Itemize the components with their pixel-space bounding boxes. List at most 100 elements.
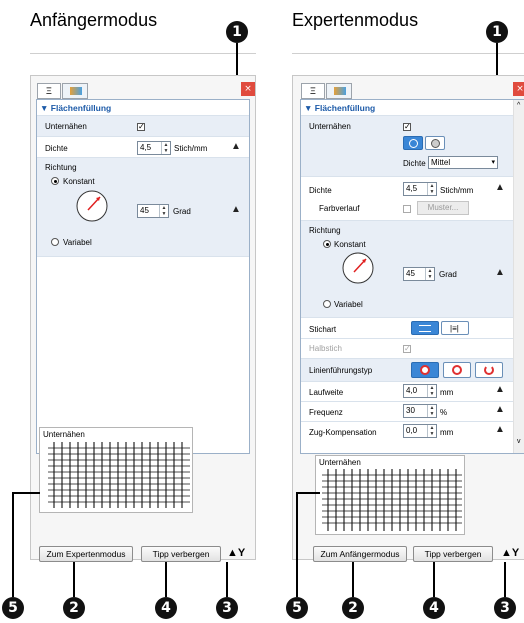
- variabel-label: Variabel: [63, 238, 92, 247]
- zug-label: Zug-Kompensation: [309, 428, 377, 437]
- dichte-value: 4,5: [140, 143, 152, 152]
- chevron-down-icon: ▾: [491, 159, 495, 166]
- stitch-zigzag-icon: |≡|: [450, 324, 459, 333]
- spin-arrows-icon[interactable]: ▲ ▼: [159, 205, 168, 217]
- reset-all-icon[interactable]: ▲Y: [227, 547, 245, 559]
- tab-pattern[interactable]: [326, 83, 352, 99]
- chevron-up-icon[interactable]: ^: [517, 102, 520, 109]
- spin-arrows-icon[interactable]: ▲ ▼: [427, 425, 436, 437]
- variabel-label: Variabel: [334, 300, 363, 309]
- hide-tip-button[interactable]: Tipp verbergen: [141, 546, 221, 562]
- house-icon[interactable]: ▲: [495, 267, 505, 278]
- angle-value: 45: [140, 206, 149, 215]
- spin-arrows-icon[interactable]: ▲ ▼: [427, 183, 436, 195]
- spin-arrows-icon[interactable]: ▲ ▼: [161, 142, 170, 154]
- dichte-sub-label: Dichte: [403, 159, 426, 168]
- angle-input[interactable]: 45 ▲ ▼: [403, 267, 435, 281]
- spin-arrows-icon[interactable]: ▲ ▼: [427, 385, 436, 397]
- tab-pattern[interactable]: [62, 83, 88, 99]
- angle-dial[interactable]: [75, 189, 109, 223]
- farbverlauf-label: Farbverlauf: [319, 204, 360, 213]
- linienfuhrungstyp-label: Linienführungstyp: [309, 366, 373, 375]
- variabel-radio[interactable]: [323, 300, 331, 308]
- callout-4-left: 4: [155, 597, 177, 619]
- spin-arrows-icon[interactable]: ▲ ▼: [427, 405, 436, 417]
- stichart-label: Stichart: [309, 325, 337, 334]
- beginner-panel: × Ξ ▼ Flächenfüllung Unternähen ✓ Dichte…: [30, 75, 256, 562]
- spool-icon: Ξ: [46, 86, 52, 96]
- tab-sewing[interactable]: Ξ: [37, 83, 61, 99]
- reset-all-icon[interactable]: ▲Y: [501, 547, 519, 559]
- tab-sewing[interactable]: Ξ: [301, 83, 325, 99]
- unternahen-checkbox[interactable]: ✓: [403, 123, 411, 131]
- callout-1-right: 1: [486, 21, 508, 43]
- underlay-type-toggle-1[interactable]: [403, 136, 423, 150]
- house-icon[interactable]: ▲: [495, 404, 505, 415]
- konstant-radio[interactable]: [323, 240, 331, 248]
- stitch-type-toggle-2[interactable]: |≡|: [441, 321, 469, 335]
- konstant-radio[interactable]: [51, 177, 59, 185]
- callout-2-right: 2: [342, 597, 364, 619]
- switch-to-expert-button[interactable]: Zum Expertenmodus: [39, 546, 133, 562]
- halbstich-checkbox[interactable]: ✓: [403, 345, 411, 353]
- unternahen-checkbox[interactable]: ✓: [137, 123, 145, 131]
- angle-unit: Grad: [173, 207, 191, 216]
- angle-dial[interactable]: [341, 251, 375, 285]
- stitch-type-toggle-1[interactable]: [411, 321, 439, 335]
- frequenz-input[interactable]: 30 ▲ ▼: [403, 404, 437, 418]
- dichte-label: Dichte: [309, 186, 332, 195]
- dichte-dropdown[interactable]: Mittel ▾: [428, 156, 498, 169]
- pattern-icon: [70, 87, 82, 95]
- frequenz-value: 30: [406, 406, 415, 415]
- halbstich-label: Halbstich: [309, 344, 342, 353]
- laufweite-input[interactable]: 4,0 ▲ ▼: [403, 384, 437, 398]
- close-icon[interactable]: ×: [513, 82, 524, 96]
- spin-arrows-icon[interactable]: ▲ ▼: [425, 268, 434, 280]
- callout-5-left: 5: [2, 597, 24, 619]
- switch-to-beginner-button[interactable]: Zum Anfängermodus: [313, 546, 407, 562]
- close-icon[interactable]: ×: [241, 82, 255, 96]
- callout-2-left: 2: [63, 597, 85, 619]
- expert-mode-title: Expertenmodus: [292, 10, 419, 30]
- dichte-input[interactable]: 4,5 ▲ ▼: [403, 182, 437, 196]
- frequenz-label: Frequenz: [309, 408, 343, 417]
- konstant-label: Konstant: [334, 240, 366, 249]
- section-title-fill[interactable]: ▼ Flächenfüllung: [40, 103, 111, 113]
- line-type-icon: [484, 365, 494, 375]
- underlay-type-toggle-2[interactable]: [425, 136, 445, 150]
- unternahen-label: Unternähen: [45, 122, 87, 131]
- line-type-toggle-3[interactable]: [475, 362, 503, 378]
- chevron-down-icon[interactable]: v: [517, 438, 521, 445]
- tip-preview: Unternähen: [39, 427, 193, 513]
- underlay-pattern-preview: [48, 442, 190, 508]
- house-icon[interactable]: ▲: [495, 182, 505, 193]
- angle-input[interactable]: 45 ▲ ▼: [137, 204, 169, 218]
- zug-input[interactable]: 0,0 ▲ ▼: [403, 424, 437, 438]
- line-type-toggle-2[interactable]: [443, 362, 471, 378]
- expert-panel: × Ξ ▼ Flächenfüllung Unternähen ✓ Dichte…: [292, 75, 524, 562]
- muster-button[interactable]: Muster...: [417, 201, 469, 215]
- section-title-fill[interactable]: ▼ Flächenfüllung: [304, 103, 375, 113]
- laufweite-label: Laufweite: [309, 388, 344, 397]
- dichte-unit: Stich/mm: [174, 144, 208, 153]
- variabel-radio[interactable]: [51, 238, 59, 246]
- angle-value: 45: [406, 269, 415, 278]
- laufweite-value: 4,0: [406, 386, 418, 395]
- beginner-mode-title: Anfängermodus: [30, 10, 158, 30]
- line-type-icon: [420, 365, 430, 375]
- farbverlauf-checkbox[interactable]: [403, 205, 411, 213]
- callout-5-right: 5: [286, 597, 308, 619]
- dichte-label: Dichte: [45, 144, 68, 153]
- stitch-lines-icon: [419, 325, 431, 332]
- richtung-label: Richtung: [45, 163, 77, 172]
- house-icon[interactable]: ▲: [231, 141, 241, 152]
- house-icon[interactable]: ▲: [231, 204, 241, 215]
- house-icon[interactable]: ▲: [495, 424, 505, 435]
- dichte-value: 4,5: [406, 184, 418, 193]
- vertical-scrollbar[interactable]: ^ v: [513, 100, 524, 453]
- line-type-toggle-1[interactable]: [411, 362, 439, 378]
- dichte-input[interactable]: 4,5 ▲ ▼: [137, 141, 171, 155]
- callout-4-right: 4: [423, 597, 445, 619]
- house-icon[interactable]: ▲: [495, 384, 505, 395]
- hide-tip-button[interactable]: Tipp verbergen: [413, 546, 493, 562]
